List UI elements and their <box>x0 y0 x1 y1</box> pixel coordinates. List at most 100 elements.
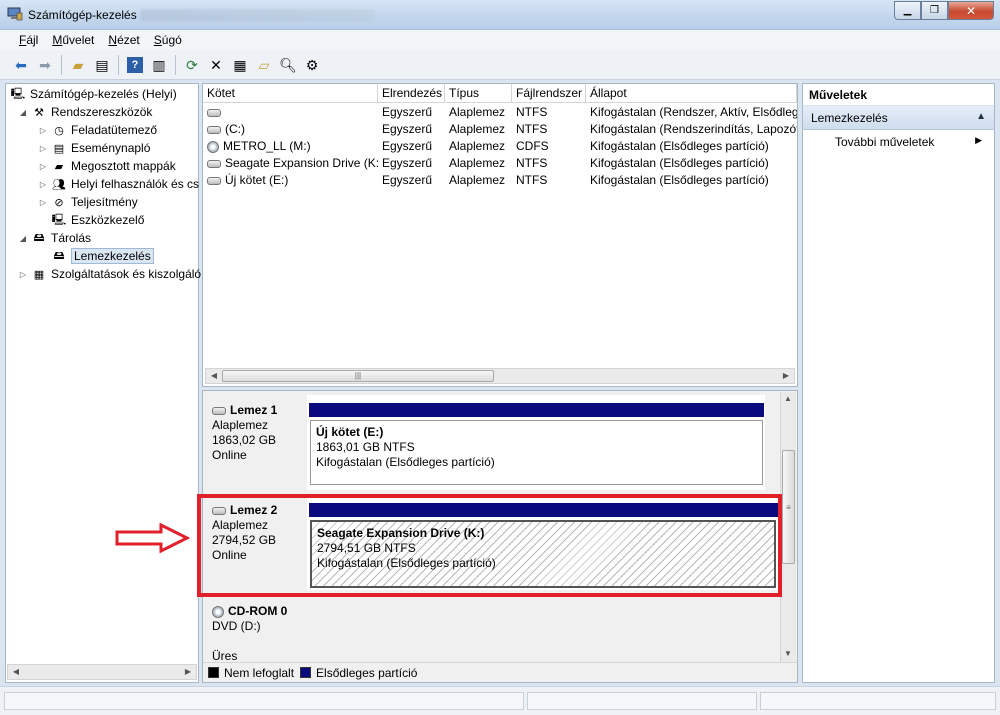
table-row[interactable]: Új kötet (E:) Egyszerű Alaplemez NTFS Ki… <box>203 172 797 189</box>
menu-view[interactable]: Nézet <box>101 30 146 51</box>
drive-icon <box>207 159 221 168</box>
menu-action[interactable]: Művelet <box>45 30 101 51</box>
collapsed-triangle-icon[interactable]: ▷ <box>38 126 48 135</box>
status-bar <box>0 686 1000 715</box>
close-button[interactable]: ✕ <box>948 1 994 20</box>
scroll-right-icon[interactable]: ▶ <box>779 370 793 382</box>
table-row[interactable]: Egyszerű Alaplemez NTFS Kifogástalan (Re… <box>203 104 797 121</box>
actions-group-disk-management[interactable]: Lemezkezelés ▲ <box>803 106 994 130</box>
tree-item-disk-management[interactable]: 🖴︎ Lemezkezelés <box>51 247 154 265</box>
list-horizontal-scrollbar[interactable]: ◀ ||| ▶ <box>205 368 795 384</box>
submenu-arrow-icon: ▶ <box>975 135 982 145</box>
tree-item-root[interactable]: 🖳︎ Számítógép-kezelés (Helyi) <box>10 85 177 103</box>
collapsed-triangle-icon[interactable]: ▷ <box>38 180 48 189</box>
folder-up-icon: ▰ <box>72 56 84 73</box>
show-hide-tree-button[interactable]: ▤ <box>91 54 113 76</box>
minimize-button[interactable]: ▁ <box>894 1 921 20</box>
title-bar[interactable]: Számítógép-kezelés ▁ ❐ ✕ <box>0 0 1000 30</box>
help-button[interactable]: ? <box>124 54 146 76</box>
toolbar-separator <box>175 55 176 75</box>
shared-folder-icon: ▰ <box>54 160 64 173</box>
scroll-left-icon[interactable]: ◀ <box>9 666 23 678</box>
disk-row-cdrom[interactable]: CD-ROM 0 DVD (D:) Üres <box>203 596 783 666</box>
maximize-button[interactable]: ❐ <box>921 1 948 20</box>
search-icon: 🔍︎ <box>279 56 297 73</box>
refresh-icon: ⟳ <box>186 56 198 73</box>
settings-icon: ⚙ <box>305 56 319 73</box>
column-filesystem[interactable]: Fájlrendszer <box>512 84 586 103</box>
menu-help[interactable]: Súgó <box>147 30 189 51</box>
expanded-triangle-icon[interactable]: ◢ <box>18 234 28 243</box>
tree-item-performance[interactable]: ▷ ⊘ Teljesítmény <box>38 193 138 211</box>
disk-info-1[interactable]: Lemez 1 Alaplemez 1863,02 GB Online <box>203 395 307 490</box>
partition-legend: Nem lefoglalt Elsődleges partíció <box>203 662 797 682</box>
collapsed-triangle-icon[interactable]: ▷ <box>38 162 48 171</box>
tree-item-storage[interactable]: ◢ 🖴︎ Tárolás <box>18 229 91 247</box>
collapsed-triangle-icon[interactable]: ▷ <box>38 144 48 153</box>
column-status[interactable]: Állapot <box>586 84 797 103</box>
volume-area-1[interactable]: Új kötet (E:) 1863,01 GB NTFS Kifogástal… <box>307 395 765 490</box>
more-actions-item[interactable]: További műveletek ▶ <box>803 130 994 152</box>
up-one-level-button[interactable]: ▰ <box>67 54 89 76</box>
tree-item-device-manager[interactable]: 🖳︎ Eszközkezelő <box>51 211 145 229</box>
disk-info-cdrom[interactable]: CD-ROM 0 DVD (D:) Üres <box>203 596 307 666</box>
tree-item-task-scheduler[interactable]: ▷ ◷ Feladatütemező <box>38 121 157 139</box>
tree-item-event-viewer[interactable]: ▷ ▤ Eseménynapló <box>38 139 150 157</box>
scroll-right-icon[interactable]: ▶ <box>181 666 195 678</box>
volume-block-e[interactable]: Új kötet (E:) 1863,01 GB NTFS Kifogástal… <box>310 420 763 485</box>
forward-arrow-icon: ➡ <box>39 56 51 73</box>
column-type[interactable]: Típus <box>445 84 512 103</box>
scroll-left-icon[interactable]: ◀ <box>207 370 221 382</box>
performance-icon: ⊘ <box>54 196 64 209</box>
settings-button[interactable]: ⚙ <box>301 54 323 76</box>
properties-button[interactable]: ▦ <box>229 54 251 76</box>
open-folder-icon: ▱ <box>258 56 270 73</box>
status-segment <box>527 692 757 710</box>
column-volume[interactable]: Kötet <box>203 84 378 103</box>
primary-partition-bar <box>309 403 764 417</box>
show-hide-action-pane-button[interactable]: ▥ <box>148 54 170 76</box>
collapse-icon[interactable]: ▲ <box>976 111 986 122</box>
window-title: Számítógép-kezelés <box>28 8 137 22</box>
back-button[interactable]: ⬅ <box>10 54 32 76</box>
scroll-thumb[interactable]: ≡ <box>782 450 795 564</box>
refresh-button[interactable]: ⟳ <box>181 54 203 76</box>
tree-item-shared-folders[interactable]: ▷ ▰ Megosztott mappák <box>38 157 176 175</box>
disk-row-1[interactable]: Lemez 1 Alaplemez 1863,02 GB Online Új k… <box>203 395 783 490</box>
drive-icon <box>207 176 221 185</box>
forward-button[interactable]: ➡ <box>34 54 56 76</box>
drive-icon <box>207 125 221 134</box>
tree-item-local-users[interactable]: ▷ 👥︎ Helyi felhasználók és cs <box>38 175 199 193</box>
expanded-triangle-icon[interactable]: ◢ <box>18 108 28 117</box>
computer-management-icon <box>7 7 23 21</box>
column-layout[interactable]: Elrendezés <box>378 84 445 103</box>
table-row[interactable]: Seagate Expansion Drive (K:) Egyszerű Al… <box>203 155 797 172</box>
highlight-box <box>197 494 782 597</box>
primary-partition-swatch <box>300 667 312 678</box>
tree-item-system-tools[interactable]: ◢ ⚒ Rendszereszközök <box>18 103 152 121</box>
table-row[interactable]: (C:) Egyszerű Alaplemez NTFS Kifogástala… <box>203 121 797 138</box>
delete-icon: ✕ <box>210 56 222 73</box>
scroll-up-icon[interactable]: ▲ <box>781 393 795 405</box>
collapsed-triangle-icon[interactable]: ▷ <box>38 198 48 207</box>
search-button[interactable]: 🔍︎ <box>277 54 299 76</box>
menu-file[interactable]: Fájl <box>12 30 45 51</box>
tree-item-services[interactable]: ▷ ▦ Szolgáltatások és kiszolgáló <box>18 265 201 283</box>
scroll-thumb[interactable]: ||| <box>222 370 494 382</box>
close-icon: ✕ <box>965 3 977 18</box>
delete-button[interactable]: ✕ <box>205 54 227 76</box>
action-pane-icon: ▥ <box>152 56 166 73</box>
open-button[interactable]: ▱ <box>253 54 275 76</box>
red-arrow-icon <box>115 523 191 553</box>
menu-bar: Fájl Művelet Nézet Súgó <box>0 30 1000 51</box>
collapsed-triangle-icon[interactable]: ▷ <box>18 270 28 279</box>
table-row[interactable]: METRO_LL (M:) Egyszerű Alaplemez CDFS Ki… <box>203 138 797 155</box>
console-tree[interactable]: 🖳︎ Számítógép-kezelés (Helyi) ◢ ⚒ Rendsz… <box>5 83 201 683</box>
tree-horizontal-scrollbar[interactable]: ◀ ▶ <box>7 664 197 680</box>
volume-list[interactable]: Kötet Elrendezés Típus Fájlrendszer Álla… <box>202 83 798 387</box>
restore-icon: ❐ <box>930 5 939 16</box>
toolbar-separator <box>61 55 62 75</box>
scroll-down-icon[interactable]: ▼ <box>781 648 795 660</box>
disk-vertical-scrollbar[interactable]: ▲ ≡ ▼ <box>780 392 796 664</box>
volume-list-header: Kötet Elrendezés Típus Fájlrendszer Álla… <box>203 84 797 103</box>
